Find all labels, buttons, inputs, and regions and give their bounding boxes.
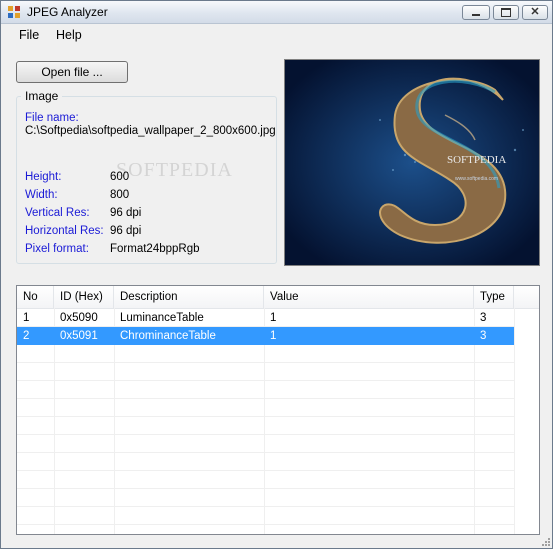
table-row[interactable]: 1 0x5090 LuminanceTable 1 3 [17, 309, 514, 327]
height-label: Height: [25, 171, 62, 183]
maximize-button[interactable] [493, 5, 519, 20]
grid-line [17, 380, 514, 381]
column-header-description[interactable]: Description [114, 286, 264, 308]
open-file-button[interactable]: Open file ... [16, 61, 128, 83]
cell-no: 2 [23, 330, 30, 342]
close-icon: ✕ [530, 6, 540, 18]
image-group-title: Image [21, 89, 63, 103]
app-window: JPEG Analyzer ✕ File Help Open file ... … [0, 0, 553, 549]
table-row-selected[interactable]: 2 0x5091 ChrominanceTable 1 3 [17, 327, 514, 345]
menu-file[interactable]: File [19, 28, 39, 42]
file-name-value: C:\Softpedia\softpedia_wallpaper_2_800x6… [25, 125, 276, 137]
width-label: Width: [25, 189, 58, 201]
minimize-button[interactable] [462, 5, 490, 20]
app-icon [8, 6, 20, 18]
resize-grip-icon[interactable] [540, 536, 550, 546]
height-value: 600 [110, 171, 130, 183]
preview-url: www.softpedia.com [455, 176, 498, 182]
cell-value: 1 [270, 312, 277, 324]
cell-type: 3 [480, 312, 487, 324]
softpedia-watermark: SOFTPEDIA [116, 159, 233, 181]
horizontal-res-label: Horizontal Res: [25, 225, 104, 237]
column-header-value[interactable]: Value [264, 286, 474, 308]
title-bar[interactable]: JPEG Analyzer ✕ [1, 1, 552, 24]
pixel-format-value: Format24bppRgb [110, 243, 200, 255]
width-value: 800 [110, 189, 130, 201]
grid-line [17, 416, 514, 417]
vertical-res-value: 96 dpi [110, 207, 142, 219]
preview-caption: SOFTPEDIA [447, 154, 506, 166]
cell-no: 1 [23, 312, 30, 324]
grid-line [17, 506, 514, 507]
grid-line [17, 524, 514, 525]
column-header-id[interactable]: ID (Hex) [54, 286, 114, 308]
cell-type: 3 [480, 330, 487, 342]
cell-value: 1 [270, 330, 277, 342]
menu-bar: File Help [1, 24, 552, 46]
list-header: No ID (Hex) Description Value Type [17, 286, 539, 309]
column-header-no[interactable]: No [17, 286, 54, 308]
column-header-type[interactable]: Type [474, 286, 514, 308]
grid-line [17, 488, 514, 489]
cell-description: LuminanceTable [120, 312, 204, 324]
grid-line [514, 308, 515, 534]
cell-description: ChrominanceTable [120, 330, 216, 342]
close-button[interactable]: ✕ [522, 5, 548, 20]
horizontal-res-value: 96 dpi [110, 225, 142, 237]
preview-artwork: SOFTPEDIA www.softpedia.com [285, 60, 539, 265]
grid-line [17, 434, 514, 435]
markers-list-view[interactable]: No ID (Hex) Description Value Type 1 0x5… [16, 285, 540, 535]
file-name-label: File name: [25, 112, 79, 124]
grid-line [17, 452, 514, 453]
grid-line [17, 470, 514, 471]
image-preview: SOFTPEDIA www.softpedia.com [284, 59, 540, 266]
pixel-format-label: Pixel format: [25, 243, 89, 255]
grid-line [17, 398, 514, 399]
grid-line [17, 362, 514, 363]
cell-id: 0x5090 [60, 312, 98, 324]
maximize-icon [501, 8, 511, 17]
window-title: JPEG Analyzer [27, 5, 108, 19]
menu-help[interactable]: Help [56, 28, 82, 42]
vertical-res-label: Vertical Res: [25, 207, 90, 219]
minimize-icon [472, 14, 480, 16]
cell-id: 0x5091 [60, 330, 98, 342]
